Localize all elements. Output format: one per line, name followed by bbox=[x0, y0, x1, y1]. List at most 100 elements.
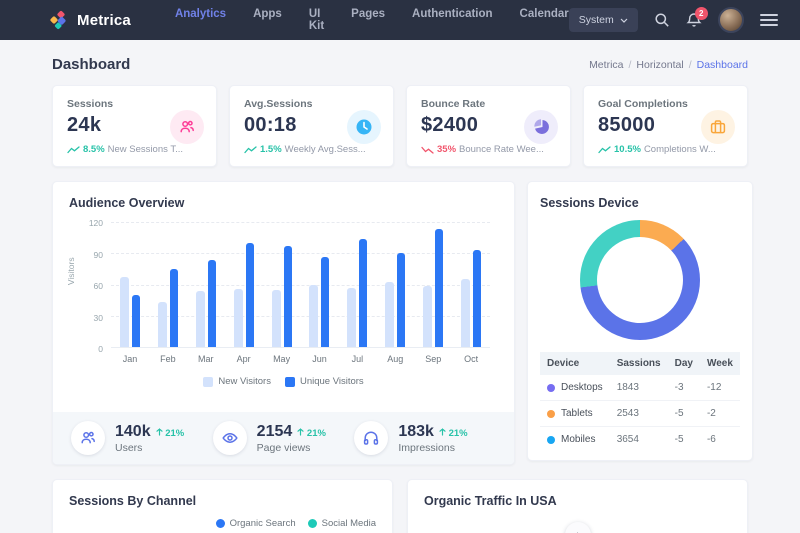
audience-stat-value: 183k 21% bbox=[398, 423, 467, 441]
legend-label: Unique Visitors bbox=[300, 376, 364, 387]
nav-item-pages[interactable]: Pages bbox=[351, 8, 385, 32]
audience-stat-value: 2154 21% bbox=[257, 423, 326, 441]
x-axis-label: Oct bbox=[452, 354, 490, 364]
bar-group-aug: Aug bbox=[376, 222, 414, 347]
page-head: Dashboard Metrica / Horizontal / Dashboard bbox=[0, 40, 800, 85]
pie-icon bbox=[524, 110, 558, 144]
sassions-cell: 3654 bbox=[610, 427, 668, 453]
day-cell: -5 bbox=[668, 401, 700, 427]
legend-dot bbox=[216, 519, 225, 528]
sassions-cell: 1843 bbox=[610, 375, 668, 401]
brand[interactable]: Metrica bbox=[50, 10, 131, 30]
metrica-logo-icon bbox=[50, 10, 70, 30]
device-table-header: Week bbox=[700, 352, 740, 375]
eye-icon bbox=[213, 421, 247, 455]
week-cell: -6 bbox=[700, 427, 740, 453]
trend-down-icon bbox=[421, 146, 434, 154]
briefcase-icon bbox=[701, 110, 735, 144]
breadcrumb-item[interactable]: Dashboard bbox=[697, 59, 748, 71]
device-table-header: Day bbox=[668, 352, 700, 375]
bar-group-jan: Jan bbox=[111, 222, 149, 347]
device-table-row: Tablets2543-5-2 bbox=[540, 401, 740, 427]
sassions-cell: 2543 bbox=[610, 401, 668, 427]
breadcrumb-separator: / bbox=[629, 59, 632, 71]
y-axis-tick: 30 bbox=[94, 313, 103, 323]
user-avatar[interactable] bbox=[718, 7, 744, 33]
x-axis-label: Jul bbox=[338, 354, 376, 364]
search-button[interactable] bbox=[654, 12, 670, 28]
organic-traffic-panel: Organic Traffic In USA + bbox=[407, 479, 748, 533]
stat-card-label: Goal Completions bbox=[598, 98, 733, 110]
y-axis-title: Visitors bbox=[66, 257, 76, 285]
sessions-by-channel-panel: Sessions By Channel Organic Search Social… bbox=[52, 479, 393, 533]
stat-card-goal-completions: Goal Completions8500010.5%Completions W.… bbox=[583, 85, 748, 167]
audience-stat-label: Page views bbox=[257, 442, 326, 454]
nav-item-analytics[interactable]: Analytics bbox=[175, 8, 226, 32]
stat-card-percent: 35% bbox=[437, 144, 456, 155]
sessions-device-title: Sessions Device bbox=[540, 196, 740, 210]
breadcrumb-separator: / bbox=[689, 59, 692, 71]
legend-item-social-media[interactable]: Social Media bbox=[308, 518, 376, 529]
x-axis-label: Feb bbox=[149, 354, 187, 364]
main-row: Audience Overview Visitors 0306090120 Ja… bbox=[52, 181, 748, 465]
bar-group-apr: Apr bbox=[225, 222, 263, 347]
stat-card-sessions: Sessions24k8.5%New Sessions T... bbox=[52, 85, 217, 167]
unique-visitors-bar bbox=[473, 250, 481, 347]
menu-icon[interactable] bbox=[760, 14, 778, 26]
nav-item-apps[interactable]: Apps bbox=[253, 8, 282, 32]
y-axis-tick: 60 bbox=[94, 281, 103, 291]
stat-value: 2154 bbox=[257, 423, 293, 441]
page-title: Dashboard bbox=[52, 56, 130, 73]
legend-item-unique-visitors[interactable]: Unique Visitors bbox=[285, 376, 364, 387]
bar-chart-legend: New Visitors Unique Visitors bbox=[69, 376, 498, 387]
unique-visitors-bar bbox=[359, 239, 367, 347]
stat-percent: 21% bbox=[439, 428, 468, 439]
stat-value: 183k bbox=[398, 423, 434, 441]
notifications-button[interactable]: 2 bbox=[686, 12, 702, 28]
device-cell: Tablets bbox=[540, 401, 610, 427]
nav-item-calendar[interactable]: Calendar bbox=[520, 8, 569, 32]
day-cell: -5 bbox=[668, 427, 700, 453]
donut-hole bbox=[597, 237, 683, 323]
legend-label: Organic Search bbox=[230, 518, 296, 529]
system-dropdown-label: System bbox=[579, 14, 614, 26]
nav-item-authentication[interactable]: Authentication bbox=[412, 8, 493, 32]
audience-bar-chart: Visitors 0306090120 JanFebMarAprMayJunJu… bbox=[75, 218, 492, 370]
legend-item-organic-search[interactable]: Organic Search bbox=[216, 518, 296, 529]
legend-label: Social Media bbox=[322, 518, 376, 529]
device-label: Mobiles bbox=[561, 434, 595, 445]
device-table-header: Sassions bbox=[610, 352, 668, 375]
unique-visitors-bar bbox=[321, 257, 329, 347]
legend-swatch bbox=[285, 377, 295, 387]
bar-group-sep: Sep bbox=[414, 222, 452, 347]
bar-group-may: May bbox=[263, 222, 301, 347]
sessions-by-channel-title: Sessions By Channel bbox=[69, 494, 376, 508]
audience-stat-page-views: 2154 21%Page views bbox=[213, 421, 355, 455]
device-name: Tablets bbox=[547, 408, 603, 419]
audience-stat-text: 2154 21%Page views bbox=[257, 423, 326, 454]
map-zoom-in-button[interactable]: + bbox=[565, 522, 591, 533]
breadcrumb-item[interactable]: Horizontal bbox=[636, 59, 683, 71]
breadcrumb-item[interactable]: Metrica bbox=[589, 59, 623, 71]
unique-visitors-bar bbox=[170, 269, 178, 347]
clock-icon bbox=[347, 110, 381, 144]
new-visitors-bar bbox=[309, 285, 318, 348]
main-nav: Analytics Apps UI Kit Pages Authentication Ca… bbox=[175, 8, 569, 32]
legend-item-new-visitors[interactable]: New Visitors bbox=[203, 376, 271, 387]
device-cell: Mobiles bbox=[540, 427, 610, 453]
week-cell: -12 bbox=[700, 375, 740, 401]
trend-up-icon bbox=[598, 146, 611, 154]
x-axis-label: Mar bbox=[187, 354, 225, 364]
bar-group-feb: Feb bbox=[149, 222, 187, 347]
nav-item-ui-kit[interactable]: UI Kit bbox=[309, 8, 324, 32]
unique-visitors-bar bbox=[284, 246, 292, 347]
system-dropdown[interactable]: System bbox=[569, 8, 638, 32]
legend-dot bbox=[308, 519, 317, 528]
audience-stats-footer: 140k 21%Users2154 21%Page views183k 21%I… bbox=[53, 412, 514, 464]
sessions-device-donut-chart bbox=[580, 220, 700, 340]
x-axis-label: Sep bbox=[414, 354, 452, 364]
x-axis-label: Aug bbox=[376, 354, 414, 364]
stat-card-trend: 1.5%Weekly Avg.Sess... bbox=[244, 144, 379, 155]
y-axis-tick: 0 bbox=[98, 344, 103, 354]
device-dot bbox=[547, 384, 555, 392]
